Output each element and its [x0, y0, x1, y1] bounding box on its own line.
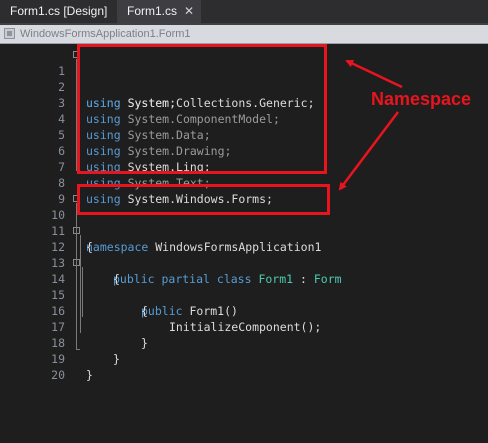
arrow-to-namespace: [338, 111, 399, 191]
annotation-arrows: [338, 59, 403, 191]
arrow-to-usings: [345, 59, 403, 89]
